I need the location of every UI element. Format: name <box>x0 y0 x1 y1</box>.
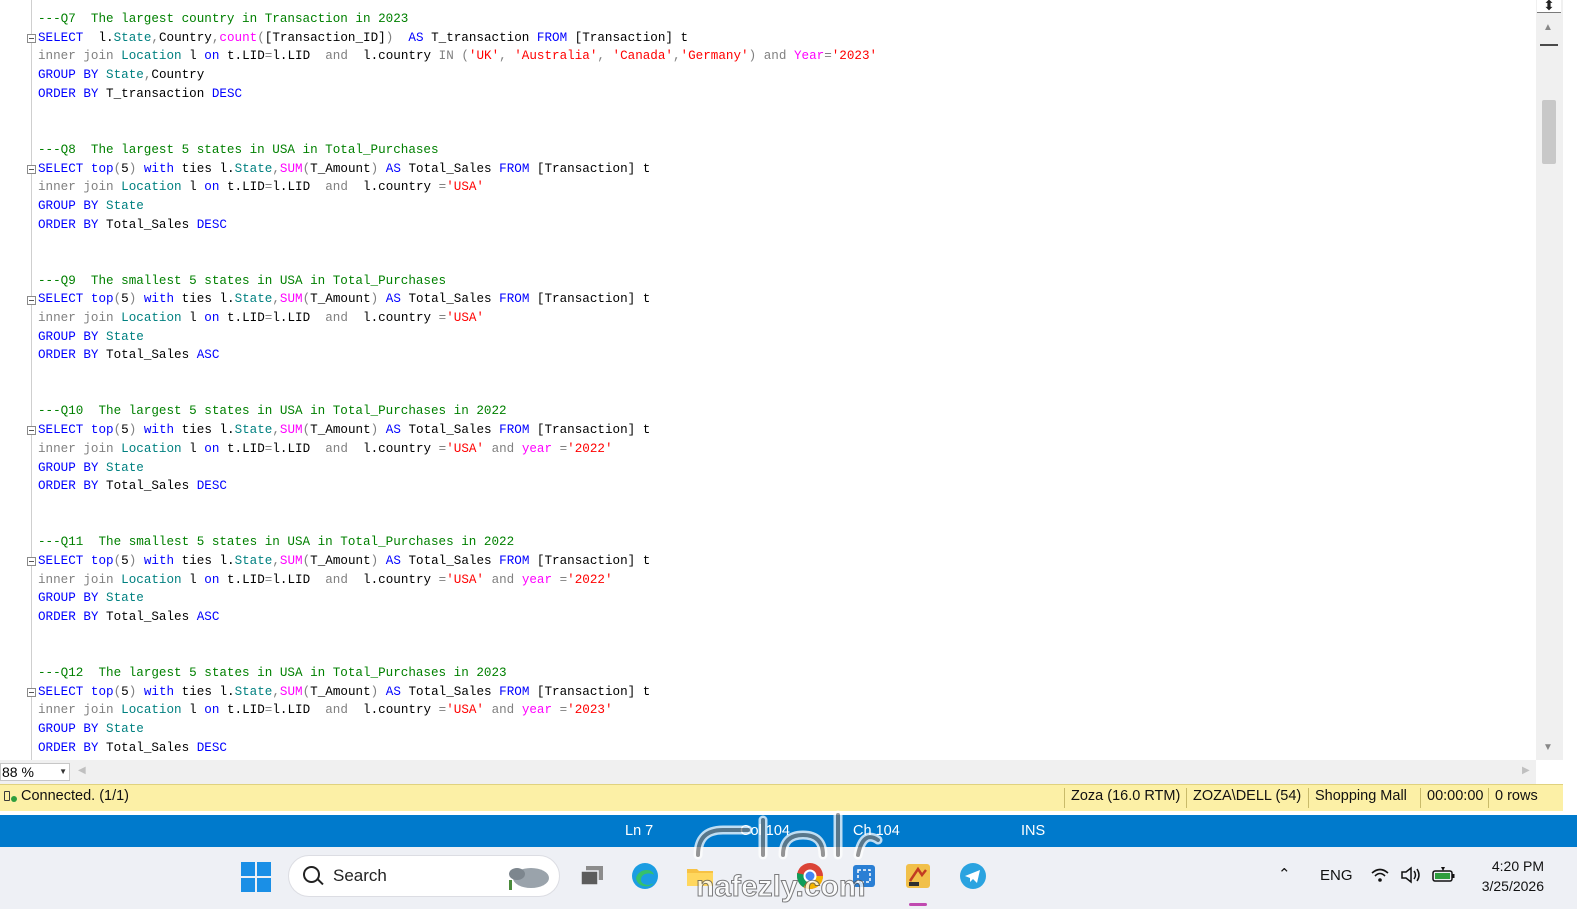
select-line: SELECT top(5) with ties l.State,SUM(T_Am… <box>38 553 651 568</box>
zoom-dropdown[interactable]: 88 % ▼ <box>0 763 70 781</box>
code-line: GROUP BY State <box>38 722 144 737</box>
query-comment: ---Q11 The smallest 5 states in USA in T… <box>38 535 515 550</box>
connection-status: Connected. (1/1) <box>3 788 129 804</box>
code-line: GROUP BY State <box>38 198 144 213</box>
collapse-icon[interactable] <box>27 426 36 436</box>
scroll-down-icon[interactable]: ▼ <box>1543 742 1553 753</box>
edge-icon[interactable] <box>630 861 660 891</box>
select-line: SELECT l.State,Country,count([Transactio… <box>38 30 689 45</box>
code-line: inner join Location l on t.LID=l.LID and… <box>38 180 484 195</box>
code-line: ORDER BY Total_Sales ASC <box>38 610 220 624</box>
select-line: SELECT top(5) with ties l.State,SUM(T_Am… <box>38 684 651 699</box>
connected-icon <box>3 789 17 803</box>
code-line: GROUP BY State <box>38 591 144 606</box>
row-count: 0 rows <box>1488 788 1538 808</box>
scroll-up-icon[interactable]: ▲ <box>1543 22 1553 33</box>
code-line: GROUP BY State <box>38 460 144 475</box>
search-highlight-icon <box>509 868 549 890</box>
code-line: ORDER BY Total_Sales ASC <box>38 348 220 363</box>
chevron-down-icon[interactable]: ▼ <box>59 764 67 780</box>
ssms-icon[interactable] <box>903 861 933 891</box>
code-line: ORDER BY Total_Sales DESC <box>38 740 227 755</box>
chevron-up-icon[interactable]: ⌃ <box>1278 865 1291 883</box>
connection-text: Connected. (1/1) <box>21 788 130 804</box>
query-comment: ---Q10 The largest 5 states in USA in To… <box>38 404 507 419</box>
windows-icon[interactable] <box>241 862 271 892</box>
code-line: ORDER BY Total_Sales DESC <box>38 479 227 494</box>
code-line: inner join Location l on t.LID=l.LID and… <box>38 703 613 718</box>
collapse-icon[interactable] <box>27 33 36 43</box>
code-line: GROUP BY State <box>38 329 144 344</box>
active-app-indicator <box>909 903 927 906</box>
clock-time: 4:20 PM <box>1491 858 1544 874</box>
collapse-icon[interactable] <box>27 164 36 174</box>
query-comment: ---Q9 The smallest 5 states in USA in To… <box>38 273 447 288</box>
telegram-icon[interactable] <box>958 861 988 891</box>
search-label: Search <box>333 866 387 885</box>
query-editor[interactable]: ---Q7 The largest country in Transaction… <box>0 0 1536 760</box>
select-line: SELECT top(5) with ties l.State,SUM(T_Am… <box>38 423 651 438</box>
clock-date: 3/25/2026 <box>1481 878 1544 894</box>
wifi-icon[interactable] <box>1370 866 1390 884</box>
zoom-value: 88 % <box>2 764 34 780</box>
language-indicator[interactable]: ENG <box>1320 867 1353 884</box>
horizontal-scrollbar[interactable]: 88 % ▼ ◀ ▶ <box>0 760 1536 784</box>
database-name: Shopping Mall <box>1308 788 1407 808</box>
search-box[interactable]: Search <box>288 855 560 897</box>
query-comment: ---Q7 The largest country in Transaction… <box>38 12 409 26</box>
editor-gutter <box>0 0 22 760</box>
search-icon <box>303 866 320 883</box>
code-line: inner join Location l on t.LID=l.LID and… <box>38 441 613 456</box>
elapsed-time: 00:00:00 <box>1420 788 1483 808</box>
code-line: GROUP BY State,Country <box>38 68 205 83</box>
select-line: SELECT top(5) with ties l.State,SUM(T_Am… <box>38 292 651 307</box>
code-line: inner join Location l on t.LID=l.LID and… <box>38 572 613 587</box>
battery-icon[interactable] <box>1432 866 1456 884</box>
select-line: SELECT top(5) with ties l.State,SUM(T_Am… <box>38 161 651 176</box>
sql-code[interactable]: ---Q7 The largest country in Transaction… <box>38 10 877 758</box>
vertical-scrollbar[interactable]: ⬍ ▲ ▼ <box>1536 0 1563 760</box>
collapse-icon[interactable] <box>27 557 36 567</box>
line-number: Ln 7 <box>625 823 654 839</box>
scroll-right-icon[interactable]: ▶ <box>1522 765 1530 776</box>
collapse-icon[interactable] <box>27 295 36 305</box>
watermark-logo: nafezly.com <box>693 810 883 904</box>
window-edge <box>1563 0 1577 815</box>
server-name: Zoza (16.0 RTM) <box>1064 788 1180 808</box>
watermark-text: nafezly.com <box>696 870 866 903</box>
collapse-icon[interactable] <box>27 688 36 698</box>
query-comment: ---Q8 The largest 5 states in USA in Tot… <box>38 142 439 157</box>
scroll-left-icon[interactable]: ◀ <box>78 765 86 776</box>
scrollbar-thumb[interactable] <box>1542 100 1556 164</box>
volume-icon[interactable] <box>1400 866 1422 884</box>
task-view-icon[interactable] <box>577 861 607 891</box>
code-line: ORDER BY T_transaction DESC <box>38 86 243 101</box>
code-line: inner join Location l on t.LID=l.LID and… <box>38 49 878 64</box>
query-comment: ---Q12 The largest 5 states in USA in To… <box>38 666 507 681</box>
split-icon[interactable]: ⬍ <box>1537 0 1561 13</box>
user-name: ZOZA\DELL (54) <box>1186 788 1301 808</box>
insert-mode: INS <box>1021 823 1046 839</box>
scroll-marker <box>1540 44 1558 46</box>
outline-margin <box>31 0 32 760</box>
code-line: inner join Location l on t.LID=l.LID and… <box>38 311 484 325</box>
clock[interactable]: 4:20 PM 3/25/2026 <box>1472 856 1544 896</box>
code-line: ORDER BY Total_Sales DESC <box>38 217 227 232</box>
